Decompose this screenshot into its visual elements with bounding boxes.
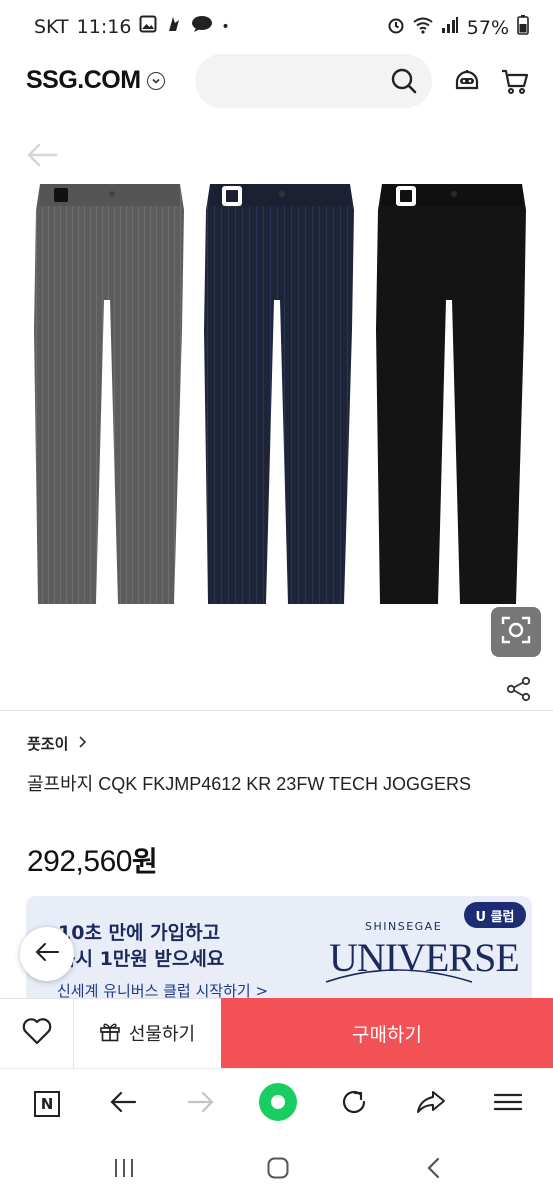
battery-percent: 57% xyxy=(466,16,509,39)
banner-brand-main: UNIVERSE xyxy=(329,935,520,980)
status-right: 57% xyxy=(387,15,529,40)
back-button[interactable] xyxy=(20,927,74,981)
brand-link[interactable]: 풋조이 xyxy=(27,733,88,754)
section-divider xyxy=(0,710,553,711)
hamburger-icon xyxy=(493,1091,523,1117)
browser-back-button[interactable] xyxy=(103,1084,143,1124)
banner-headline-2: 즉시 1만원 받으세요 xyxy=(58,948,225,970)
status-bar: SKT 11:16 • 57% xyxy=(0,0,553,54)
arrow-left-icon xyxy=(34,941,60,967)
wishlist-button[interactable] xyxy=(0,998,74,1068)
brand-name: 풋조이 xyxy=(27,735,69,753)
notification-app-icon xyxy=(165,15,183,38)
dot-icon: • xyxy=(221,18,230,35)
reload-button[interactable] xyxy=(334,1084,374,1124)
image-prev-arrow-icon[interactable] xyxy=(26,142,58,172)
share-arrow-icon xyxy=(416,1089,446,1119)
gift-label: 선물하기 xyxy=(128,1024,196,1045)
cart-icon[interactable] xyxy=(500,66,530,100)
logo-text: SSG.COM xyxy=(26,66,141,94)
gift-button[interactable]: 선물하기 xyxy=(73,998,222,1068)
home-icon[interactable] xyxy=(266,1156,290,1184)
chatbot-icon[interactable] xyxy=(452,66,482,100)
search-icon[interactable] xyxy=(390,67,418,99)
browser-forward-button[interactable] xyxy=(181,1084,221,1124)
alarm-icon xyxy=(387,16,405,39)
price-value: 292,560 xyxy=(27,845,132,878)
banner-brand-top: SHINSEGAE xyxy=(365,920,443,933)
product-title: 골프바지 CQK FKJMP4612 KR 23FW TECH JOGGERS xyxy=(27,774,471,794)
banner-headline-1: 10초 만에 가입하고 xyxy=(58,922,221,944)
share-icon[interactable] xyxy=(506,676,532,706)
status-left: SKT 11:16 • xyxy=(34,15,230,38)
image-search-button[interactable] xyxy=(491,607,541,657)
green-dot-button[interactable] xyxy=(258,1082,298,1126)
signal-icon xyxy=(441,16,459,39)
price-unit: 원 xyxy=(131,846,158,877)
chat-bubble-icon xyxy=(191,15,213,38)
system-back-icon[interactable] xyxy=(424,1156,444,1184)
recent-apps-icon[interactable] xyxy=(112,1156,136,1184)
buy-button[interactable]: 구매하기 xyxy=(221,998,553,1068)
product-price: 292,560원 xyxy=(27,840,158,880)
carrier-label: SKT xyxy=(34,15,69,38)
naver-letter: N xyxy=(40,1095,54,1113)
share-page-button[interactable] xyxy=(411,1084,451,1124)
camera-scan-icon xyxy=(501,615,531,649)
system-nav-bar xyxy=(0,1140,553,1200)
product-image-gray-pants[interactable] xyxy=(34,180,186,604)
product-image-navy-pants[interactable] xyxy=(204,180,356,604)
wifi-icon xyxy=(413,16,433,39)
green-dot-icon xyxy=(258,1082,298,1126)
site-logo[interactable]: SSG.COM xyxy=(26,66,165,95)
battery-icon xyxy=(517,15,529,40)
naver-icon: N xyxy=(34,1091,60,1117)
reload-icon xyxy=(340,1088,368,1120)
clock: 11:16 xyxy=(76,15,132,38)
uclub-badge: U 클럽 xyxy=(464,902,526,928)
naver-home-button[interactable]: N xyxy=(27,1084,67,1124)
arrow-right-icon xyxy=(187,1090,215,1118)
gift-icon xyxy=(99,1020,121,1047)
heart-icon xyxy=(22,1017,52,1049)
menu-button[interactable] xyxy=(488,1084,528,1124)
gallery-icon xyxy=(139,15,157,38)
chevron-down-icon[interactable] xyxy=(146,71,165,90)
product-image-black-pants[interactable] xyxy=(376,180,528,604)
chevron-right-icon xyxy=(78,735,88,753)
arrow-left-icon xyxy=(109,1090,137,1118)
